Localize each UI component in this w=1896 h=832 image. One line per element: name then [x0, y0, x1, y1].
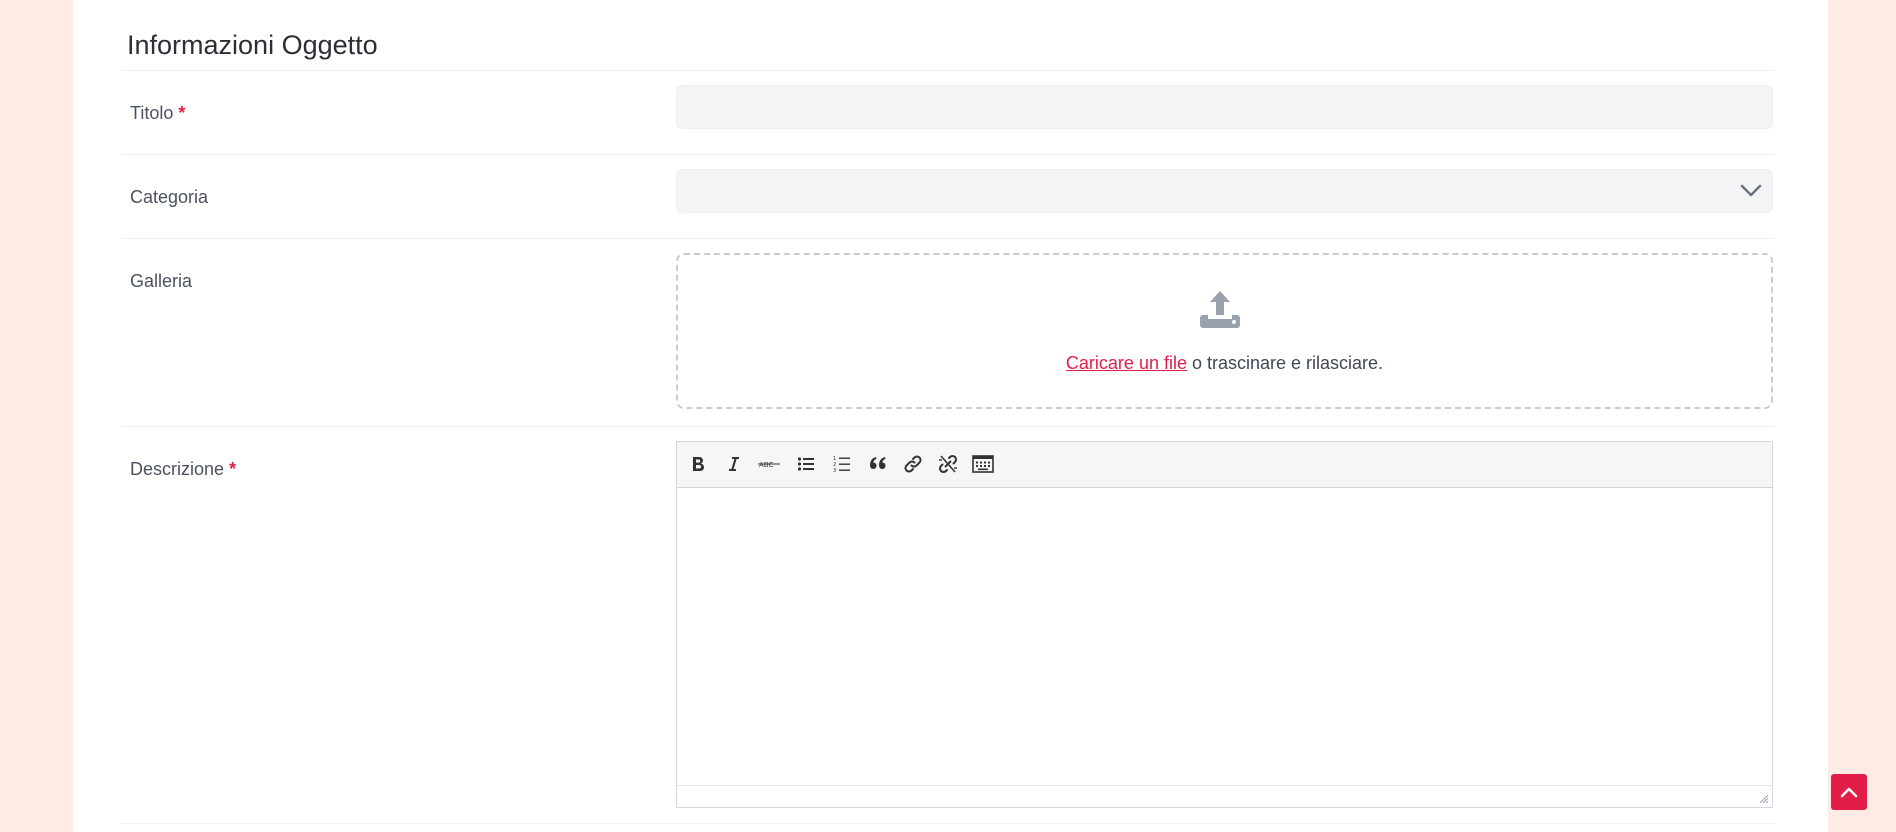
- strikethrough-button[interactable]: ABC: [755, 450, 783, 478]
- title-input[interactable]: [676, 85, 1773, 129]
- keyboard-icon: [972, 455, 994, 473]
- dropzone-hint: o trascinare e rilasciare.: [1186, 353, 1384, 373]
- unlink-button[interactable]: [934, 450, 962, 478]
- blockquote-button[interactable]: [864, 450, 892, 478]
- title-label: Titolo *: [130, 103, 185, 124]
- chevron-up-icon: [1840, 787, 1858, 798]
- link-button[interactable]: [899, 450, 927, 478]
- divider: [121, 238, 1775, 239]
- gallery-dropzone[interactable]: Caricare un file o trascinare e rilascia…: [676, 253, 1773, 409]
- title-label-text: Titolo: [130, 103, 174, 123]
- editor-statusbar: [677, 785, 1772, 807]
- divider: [121, 154, 1775, 155]
- upload-file-link[interactable]: Caricare un file: [1066, 353, 1187, 373]
- form-card: Informazioni Oggetto Titolo * Categoria …: [73, 0, 1828, 832]
- scroll-to-top-button[interactable]: [1831, 774, 1867, 810]
- quote-icon: [870, 457, 886, 469]
- chevron-down-icon: [1740, 184, 1762, 197]
- upload-icon: [1200, 291, 1240, 328]
- divider: [121, 70, 1775, 71]
- divider: [121, 426, 1775, 427]
- unlink-icon: [938, 454, 958, 474]
- strikethrough-icon: ABC: [758, 461, 780, 469]
- link-icon: [904, 455, 922, 473]
- description-editor: ABC 1 2 3: [676, 441, 1773, 808]
- editor-content-area[interactable]: [677, 488, 1772, 785]
- category-select[interactable]: [676, 169, 1773, 213]
- dropzone-text: Caricare un file o trascinare e rilascia…: [678, 353, 1771, 374]
- svg-text:3: 3: [833, 468, 836, 473]
- numbered-list-icon: 1 2 3: [833, 456, 850, 473]
- numbered-list-button[interactable]: 1 2 3: [828, 450, 856, 478]
- required-mark: *: [229, 459, 237, 479]
- bullet-list-button[interactable]: [792, 450, 820, 478]
- italic-button[interactable]: [720, 450, 748, 478]
- editor-toolbar: ABC 1 2 3: [677, 442, 1772, 488]
- bold-button[interactable]: [684, 450, 712, 478]
- resize-grip-icon[interactable]: [1757, 792, 1769, 804]
- section-title: Informazioni Oggetto: [127, 30, 378, 60]
- gallery-label: Galleria: [130, 271, 193, 291]
- keyboard-button[interactable]: [969, 450, 997, 478]
- italic-icon: [729, 457, 739, 471]
- svg-text:ABC: ABC: [759, 461, 773, 469]
- description-label: Descrizione *: [130, 459, 236, 480]
- required-mark: *: [178, 103, 186, 123]
- bold-icon: [693, 457, 704, 471]
- divider: [121, 823, 1775, 824]
- description-label-text: Descrizione: [130, 459, 225, 479]
- bullet-list-icon: [797, 457, 814, 471]
- category-label: Categoria: [130, 187, 209, 207]
